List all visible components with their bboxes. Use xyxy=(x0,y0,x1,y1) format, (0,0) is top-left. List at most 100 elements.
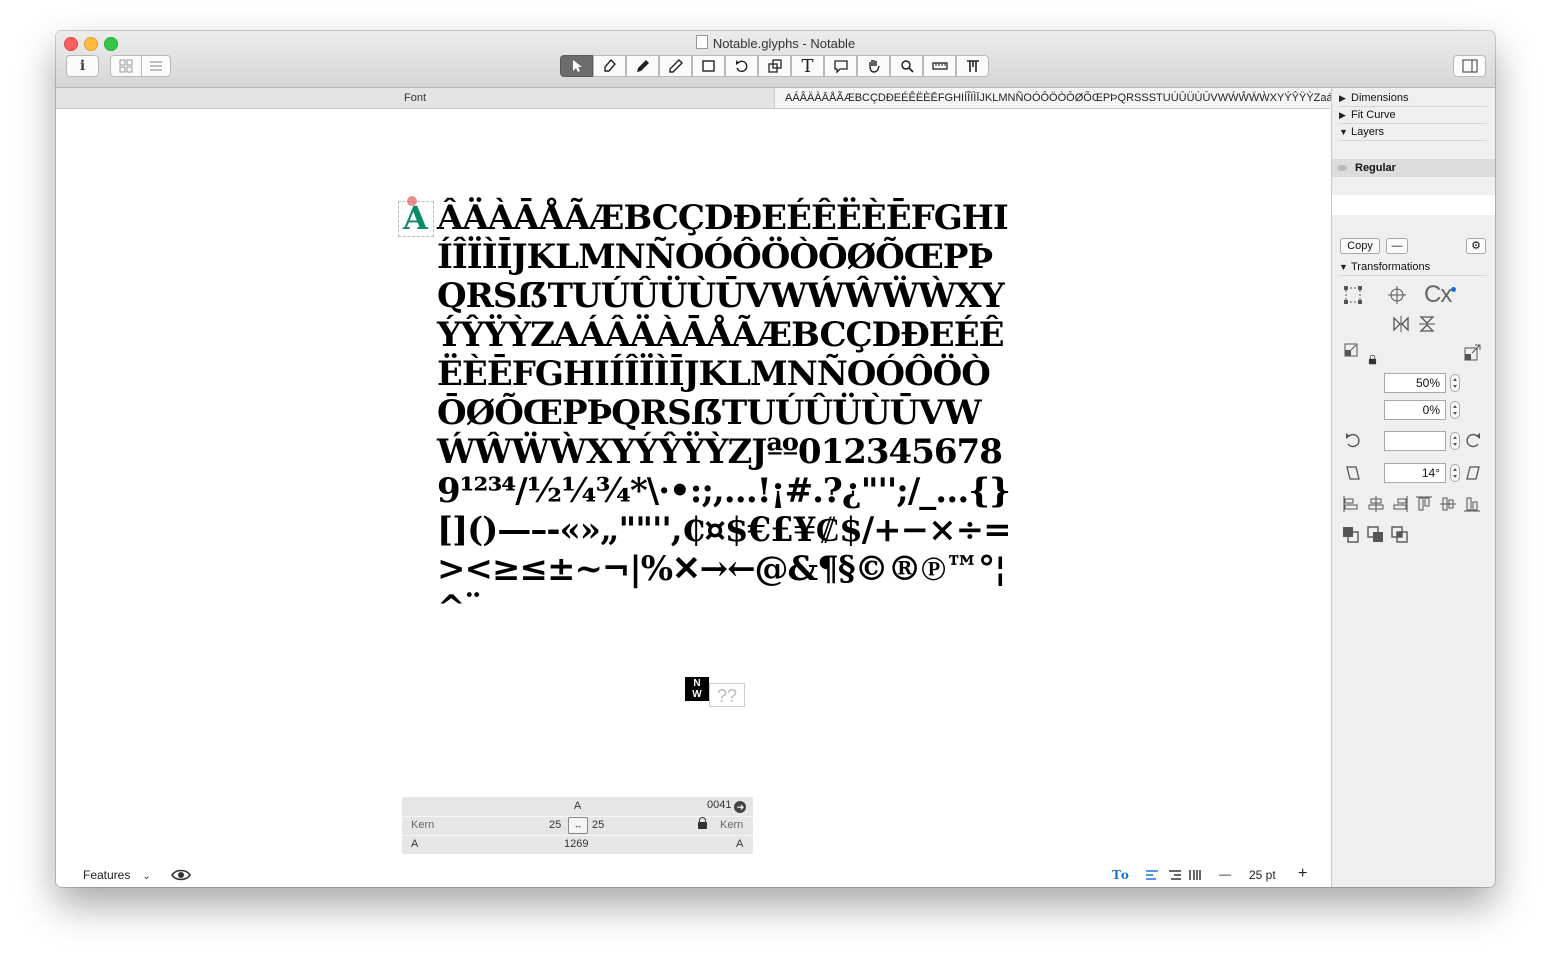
slant-right-button[interactable] xyxy=(1462,462,1484,484)
layers-section[interactable]: ▼ Layers xyxy=(1339,124,1487,141)
subtract-button[interactable] xyxy=(1365,524,1387,546)
origin-button[interactable] xyxy=(1386,284,1408,306)
nw-glyph[interactable]: NW xyxy=(685,677,709,701)
text-tool[interactable]: T xyxy=(791,55,824,77)
rotate-left-button[interactable] xyxy=(1342,430,1364,452)
list-view-button[interactable] xyxy=(141,55,171,77)
bounding-box-icon xyxy=(1344,286,1362,304)
edit-canvas[interactable]: A ÂÄÀĀÅÃÆBCÇDĐEÉÊËÈĒFGHIÍÎÏÌĪJKLMNÑOÓÔÖÒ… xyxy=(56,109,1330,887)
eye-icon[interactable] xyxy=(1337,165,1347,172)
rotate-stepper[interactable] xyxy=(1450,432,1460,450)
sample-text-tool[interactable] xyxy=(956,55,989,77)
copy-layer-button[interactable]: Copy xyxy=(1340,238,1380,254)
vertical-text-button[interactable] xyxy=(1188,869,1202,884)
glyph-preview-text[interactable]: ÂÄÀĀÅÃÆBCÇDĐEÉÊËÈĒFGHIÍÎÏÌĪJKLMNÑOÓÔÖÒŌØ… xyxy=(401,199,1017,628)
link-metrics-icon[interactable]: ↔ xyxy=(568,817,588,834)
scale-x-stepper[interactable] xyxy=(1450,374,1460,392)
rotate-right-button[interactable] xyxy=(1462,430,1484,452)
dimensions-section[interactable]: ▶ Dimensions xyxy=(1339,90,1487,107)
fit-curve-section[interactable]: ▶ Fit Curve xyxy=(1339,107,1487,124)
cx-text: Cx xyxy=(1424,281,1452,308)
cx-origin-label[interactable]: Cx xyxy=(1424,281,1457,309)
scale-y-field[interactable]: 0% xyxy=(1384,400,1446,420)
align-centers-button[interactable] xyxy=(1365,493,1387,515)
align-bottom-edges-icon xyxy=(1464,497,1480,512)
remove-layer-button[interactable]: — xyxy=(1386,238,1408,254)
preview-toggle[interactable] xyxy=(171,868,191,885)
bounding-box-button[interactable] xyxy=(1342,284,1364,306)
unicode-field[interactable]: 0041 ➜ xyxy=(707,799,747,813)
right-group-field[interactable]: A xyxy=(736,838,743,850)
pencil-tool[interactable] xyxy=(659,55,692,77)
zoom-tool[interactable] xyxy=(890,55,923,77)
intersect-button[interactable] xyxy=(1389,524,1411,546)
features-label: Features xyxy=(83,868,131,882)
slant-field[interactable]: 14° xyxy=(1384,463,1446,483)
align-top-edges-icon xyxy=(1416,496,1432,511)
align-middles-button[interactable] xyxy=(1437,493,1459,515)
proportional-lock-icon[interactable] xyxy=(1368,354,1377,367)
union-button[interactable] xyxy=(1340,524,1362,546)
align-top-edges-button[interactable] xyxy=(1413,493,1435,515)
pen-nib-icon xyxy=(603,58,616,72)
bottom-bar: Features ⌄ Tᴏ — 25 pt + xyxy=(56,860,1330,887)
tab-font[interactable]: Font xyxy=(56,88,775,108)
info-button[interactable]: i xyxy=(66,55,99,77)
scale-x-field[interactable]: 50% xyxy=(1384,373,1446,393)
window-title-text: Notable.glyphs - Notable xyxy=(712,36,856,51)
zoom-out-button[interactable]: — xyxy=(1219,867,1231,881)
text-tool-options[interactable]: Tᴏ xyxy=(1112,868,1129,882)
layer-regular[interactable]: Regular xyxy=(1332,159,1495,177)
scale-up-button[interactable] xyxy=(1462,341,1484,363)
missing-glyph-box[interactable]: ?? xyxy=(709,683,745,707)
align-right-edges-button[interactable] xyxy=(1389,493,1411,515)
mirror-vertical-button[interactable] xyxy=(1416,313,1438,335)
rotate-tool[interactable] xyxy=(725,55,758,77)
arrow-cursor-icon xyxy=(572,60,582,72)
rotate-field[interactable] xyxy=(1384,431,1446,451)
fit-curve-label: Fit Curve xyxy=(1351,109,1396,121)
rectangle-tool[interactable] xyxy=(692,55,725,77)
union-icon xyxy=(1343,527,1359,543)
glyph-name-field[interactable]: A xyxy=(572,800,583,812)
align-left-edges-button[interactable] xyxy=(1340,493,1362,515)
features-popup[interactable]: Features ⌄ xyxy=(83,868,151,882)
hand-tool[interactable] xyxy=(857,55,890,77)
tab-bar: Font AÁÂÄÀĀÅÃÆBCÇDĐEÉÊËÈĒFGHIÍÎÏÌĪJKLMNÑ… xyxy=(56,88,1495,109)
annotation-tool[interactable] xyxy=(824,55,857,77)
rsb-field[interactable]: 25 xyxy=(592,819,604,831)
slant-stepper[interactable] xyxy=(1450,464,1460,482)
align-right-button[interactable] xyxy=(1168,869,1182,884)
scale-up-icon xyxy=(1464,344,1481,361)
mirror-horizontal-icon xyxy=(1393,316,1409,332)
slant-left-button[interactable] xyxy=(1342,462,1364,484)
width-field[interactable]: 1269 xyxy=(564,838,588,850)
layer-name: Regular xyxy=(1355,162,1396,174)
disclosure-right-icon: ▶ xyxy=(1339,110,1346,120)
layer-options-button[interactable]: ⚙ xyxy=(1466,238,1486,254)
sidebar-toggle-button[interactable] xyxy=(1453,55,1486,77)
scale-icon xyxy=(767,59,782,73)
arrow-right-circle-icon[interactable]: ➜ xyxy=(734,801,747,813)
select-tool[interactable] xyxy=(560,55,593,77)
grid-view-button[interactable] xyxy=(110,55,142,77)
align-bottom-edges-button[interactable] xyxy=(1461,493,1483,515)
pen-tool[interactable] xyxy=(626,55,659,77)
measure-tool[interactable] xyxy=(923,55,956,77)
left-kern-label: Kern xyxy=(411,819,435,831)
left-group-field[interactable]: A xyxy=(411,838,418,850)
transformations-section[interactable]: ▼ Transformations xyxy=(1339,259,1487,276)
grid-icon xyxy=(119,59,133,73)
scale-y-stepper[interactable] xyxy=(1450,401,1460,419)
mirror-horizontal-button[interactable] xyxy=(1390,313,1412,335)
zoom-in-button[interactable]: + xyxy=(1298,865,1307,883)
draw-tool[interactable] xyxy=(593,55,626,77)
lsb-field[interactable]: 25 xyxy=(549,819,561,831)
lock-icon[interactable] xyxy=(698,817,707,831)
scale-tool[interactable] xyxy=(758,55,791,77)
disclosure-right-icon: ▶ xyxy=(1339,93,1346,103)
scale-down-button[interactable] xyxy=(1342,341,1364,363)
font-size-field[interactable]: 25 pt xyxy=(1249,868,1276,882)
info-row-divider xyxy=(402,835,753,836)
align-left-button[interactable] xyxy=(1145,869,1159,884)
